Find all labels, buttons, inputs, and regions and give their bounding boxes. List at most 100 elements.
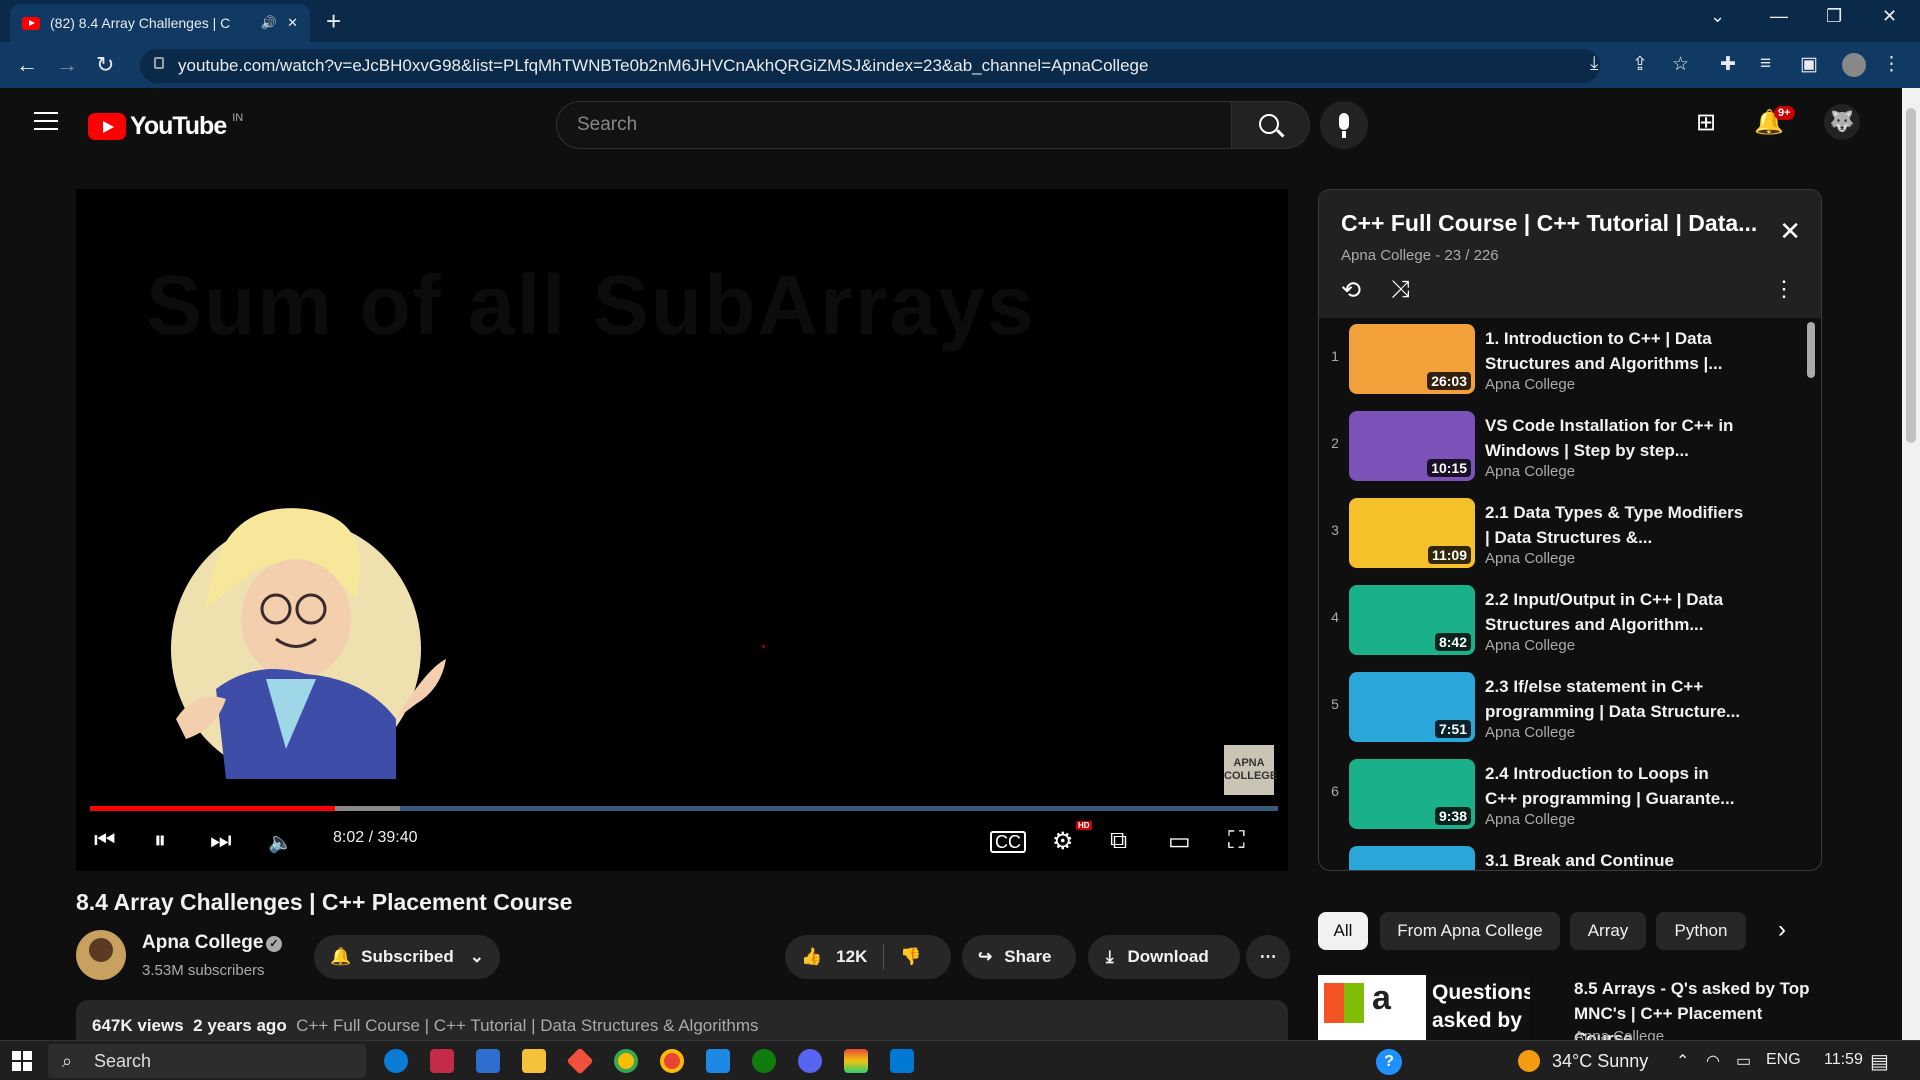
playlist-title[interactable]: C++ Full Course | C++ Tutorial | Data...: [1341, 210, 1761, 237]
share-page-icon[interactable]: ⇪: [1632, 53, 1648, 76]
scrollbar-thumb[interactable]: [1906, 108, 1916, 443]
window-close-button[interactable]: ✕: [1882, 6, 1897, 27]
install-icon[interactable]: ⤓: [1590, 53, 1598, 75]
account-avatar[interactable]: 🐺: [1824, 104, 1860, 140]
discord-icon[interactable]: [798, 1049, 822, 1073]
pause-button[interactable]: ⏸: [154, 827, 166, 855]
browser-tab-youtube[interactable]: (82) 8.4 Array Challenges | C 🔊 ✕: [10, 4, 310, 42]
stack-app-icon[interactable]: [844, 1049, 868, 1073]
profile-avatar[interactable]: [1842, 53, 1866, 77]
git-icon[interactable]: [566, 1047, 594, 1075]
channel-watermark[interactable]: APNA COLLEGE: [1224, 745, 1277, 795]
file-explorer-icon[interactable]: [522, 1049, 546, 1073]
page-scrollbar[interactable]: [1902, 88, 1920, 1040]
chevron-right-icon[interactable]: ›: [1778, 916, 1786, 944]
browser-menu-icon[interactable]: ⋮: [1882, 53, 1901, 76]
tray-chevron-icon[interactable]: ⌃: [1676, 1051, 1689, 1071]
playlist-item[interactable]: 1 26:03 1. Introduction to C++ | Data Stru…: [1319, 318, 1799, 398]
video-player[interactable]: Sum of all SubArrays APNA COLLEGE ⏮ ⏸ ⏭ …: [76, 189, 1288, 871]
previous-button[interactable]: ⏮: [94, 827, 116, 855]
youtube-logo[interactable]: YouTube IN: [88, 112, 243, 141]
next-button[interactable]: ⏭: [210, 827, 232, 855]
new-tab-button[interactable]: +: [326, 6, 341, 37]
playlist-item[interactable]: 3 11:09 2.1 Data Types & Type Modifiers | …: [1319, 492, 1799, 572]
playlist-item-thumbnail[interactable]: 26:03: [1349, 324, 1475, 394]
chrome-profile-icon[interactable]: [660, 1049, 684, 1073]
app-window-icon[interactable]: [706, 1049, 730, 1073]
taskbar-search[interactable]: ⌕ Search: [48, 1044, 366, 1078]
playlist-item[interactable]: 3.1 Break and Continue: [1319, 840, 1799, 870]
help-icon[interactable]: ?: [1376, 1049, 1402, 1075]
captions-button[interactable]: CC: [990, 831, 1026, 853]
chip-from-apna-college[interactable]: From Apna College: [1380, 912, 1560, 950]
create-video-icon[interactable]: ⊞: [1696, 108, 1716, 137]
like-button[interactable]: 👍 12K: [801, 947, 867, 967]
app-icon[interactable]: [430, 1049, 454, 1073]
search-input[interactable]: Search: [556, 101, 1232, 149]
minimize-button[interactable]: —: [1770, 6, 1788, 27]
playlist-item[interactable]: 6 9:38 2.4 Introduction to Loops in C++ pr…: [1319, 753, 1799, 833]
speaker-icon[interactable]: 🔊: [261, 15, 277, 31]
windows-start-icon[interactable]: [12, 1051, 32, 1071]
playlist-more-icon[interactable]: ⋮: [1773, 276, 1795, 302]
media-control-icon[interactable]: ≡: [1760, 53, 1771, 75]
playlist-item-thumbnail[interactable]: 9:38: [1349, 759, 1475, 829]
miniplayer-button[interactable]: ⧉: [1110, 827, 1127, 855]
notification-center-icon[interactable]: ▤: [1870, 1049, 1889, 1074]
chrome-icon[interactable]: [614, 1049, 638, 1073]
shuffle-icon[interactable]: ⤨: [1391, 276, 1410, 304]
playlist-item-title[interactable]: VS Code Installation for C++ in Windows …: [1485, 413, 1745, 463]
chip-python[interactable]: Python: [1656, 912, 1746, 950]
download-button[interactable]: ⤓ Download: [1088, 935, 1240, 979]
playlist-item-title[interactable]: 2.2 Input/Output in C++ | Data Structure…: [1485, 587, 1745, 637]
description-tags[interactable]: C++ Full Course | C++ Tutorial | Data St…: [296, 1016, 758, 1035]
loop-icon[interactable]: ⟲: [1341, 276, 1361, 305]
theater-mode-button[interactable]: ▭: [1168, 827, 1191, 856]
playlist-item-thumbnail[interactable]: 7:51: [1349, 672, 1475, 742]
chip-array[interactable]: Array: [1570, 912, 1646, 950]
more-actions-button[interactable]: ⋯: [1246, 935, 1290, 979]
playlist-scrollbar[interactable]: [1807, 322, 1815, 378]
restore-button[interactable]: ❐: [1826, 6, 1842, 27]
playlist-item-title[interactable]: 2.4 Introduction to Loops in C++ program…: [1485, 761, 1745, 811]
subscribed-button[interactable]: 🔔 Subscribed ⌄: [314, 935, 500, 979]
clock[interactable]: 11:59: [1824, 1051, 1863, 1069]
weather-text[interactable]: 34°C Sunny: [1552, 1051, 1648, 1072]
search-button[interactable]: [1232, 101, 1310, 149]
address-bar[interactable]: youtube.com/watch?v=eJcBH0xvG98&list=PLf…: [140, 49, 1600, 83]
playlist-item-thumbnail[interactable]: 8:42: [1349, 585, 1475, 655]
forward-button[interactable]: →: [56, 52, 78, 78]
progress-bar[interactable]: [90, 806, 1278, 811]
xbox-icon[interactable]: [752, 1049, 776, 1073]
edge-icon[interactable]: [384, 1049, 408, 1073]
language-indicator[interactable]: ENG: [1766, 1051, 1801, 1069]
vscode-icon[interactable]: [890, 1049, 914, 1073]
playlist-item-thumbnail[interactable]: 10:15: [1349, 411, 1475, 481]
extensions-icon[interactable]: ✚: [1720, 53, 1736, 76]
bookmark-star-icon[interactable]: ☆: [1672, 53, 1689, 76]
playlist-item[interactable]: 4 8:42 2.2 Input/Output in C++ | Data Stru…: [1319, 579, 1799, 659]
playlist-item-title[interactable]: 2.3 If/else statement in C++ programming…: [1485, 674, 1745, 724]
menu-icon[interactable]: [34, 112, 58, 130]
playlist-item[interactable]: 5 7:51 2.3 If/else statement in C++ progra…: [1319, 666, 1799, 746]
tab-search-icon[interactable]: ⌄: [1710, 6, 1725, 27]
store-icon[interactable]: [476, 1049, 500, 1073]
playlist-close-icon[interactable]: ✕: [1779, 216, 1801, 247]
wifi-icon[interactable]: ◠: [1706, 1051, 1720, 1071]
playlist-item-thumbnail[interactable]: [1349, 846, 1475, 870]
settings-gear-icon[interactable]: ⚙: [1052, 827, 1074, 856]
playlist-item-title[interactable]: 3.1 Break and Continue: [1485, 848, 1745, 870]
playlist-item-title[interactable]: 1. Introduction to C++ | Data Structures…: [1485, 326, 1745, 376]
fullscreen-button[interactable]: ⛶: [1228, 827, 1245, 855]
tab-close-icon[interactable]: ✕: [287, 15, 298, 31]
playlist-item-thumbnail[interactable]: 11:09: [1349, 498, 1475, 568]
chip-all[interactable]: All: [1318, 912, 1368, 950]
battery-icon[interactable]: ▭: [1736, 1051, 1751, 1071]
playlist-item-title[interactable]: 2.1 Data Types & Type Modifiers | Data S…: [1485, 500, 1745, 550]
channel-avatar[interactable]: [76, 930, 126, 980]
side-panel-icon[interactable]: ▣: [1800, 53, 1818, 76]
volume-icon[interactable]: 🔈: [268, 830, 293, 855]
back-button[interactable]: ←: [16, 52, 38, 78]
dislike-button[interactable]: 👎: [900, 947, 921, 967]
playlist-item[interactable]: 2 10:15 VS Code Installation for C++ in Wi…: [1319, 405, 1799, 485]
